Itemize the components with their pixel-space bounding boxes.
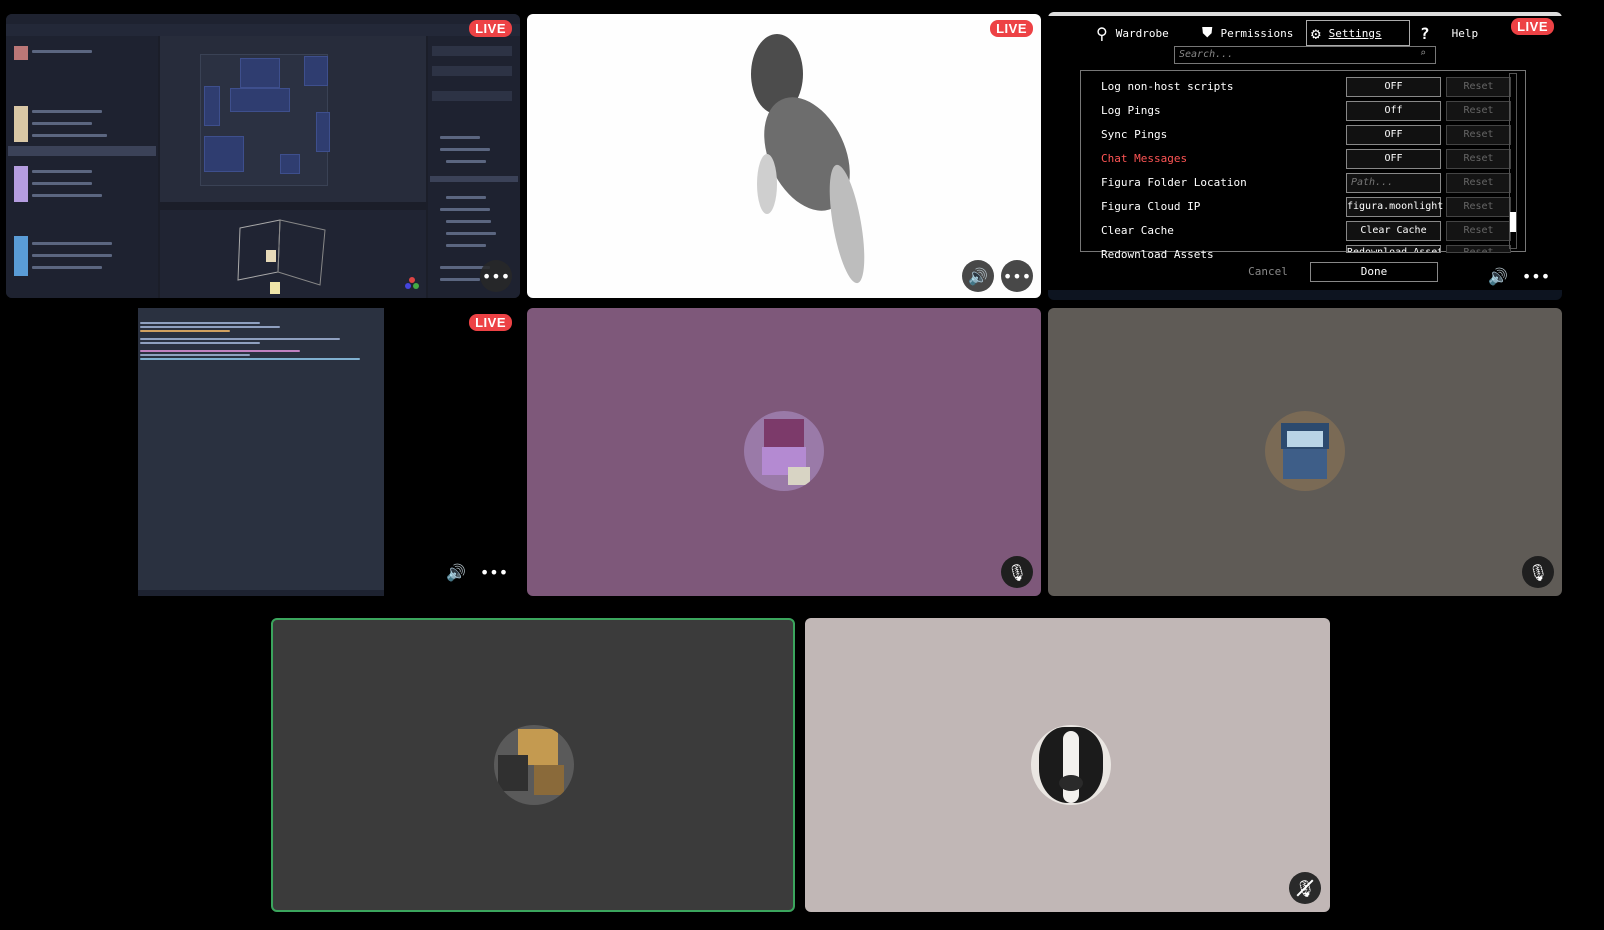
setting-row: Chat Messages OFF Reset (1101, 149, 1511, 169)
avatar (744, 411, 824, 491)
wardrobe-icon: ⚲ (1096, 23, 1108, 43)
stream-tile-settings[interactable]: ⚲ Wardrobe ⛊ Permissions ⚙ Settings ? He… (1048, 12, 1562, 300)
gear-icon: ⚙ (1311, 23, 1321, 43)
shield-icon: ⛊ (1202, 25, 1213, 41)
avatar (1031, 725, 1111, 805)
setting-row: Clear Cache Clear Cache Reset (1101, 221, 1511, 241)
stream-tile-video[interactable]: LIVE 🔊 ••• (527, 14, 1041, 298)
taskbar (1048, 290, 1562, 300)
folder-path-input[interactable]: Path... (1346, 173, 1441, 193)
reset-button[interactable]: Reset (1446, 77, 1511, 97)
tab-wardrobe[interactable]: ⚲ Wardrobe (1096, 20, 1169, 46)
live-badge: LIVE (469, 20, 512, 37)
setting-row: Figura Folder Location Path... Reset (1101, 173, 1511, 193)
participant-tile[interactable]: 🎙 (1048, 308, 1562, 596)
reset-button[interactable]: Reset (1446, 149, 1511, 169)
search-icon: ⌕ (1420, 48, 1427, 59)
tab-settings[interactable]: ⚙ Settings (1306, 20, 1410, 46)
mic-icon: 🎙 (1527, 562, 1549, 582)
3d-viewport (160, 210, 426, 298)
participant-tile[interactable]: 🎙 (527, 308, 1041, 596)
editor-properties (428, 36, 520, 298)
more-icon: ••• (1002, 266, 1032, 286)
question-icon: ? (1420, 23, 1430, 43)
more-options-button[interactable]: ••• (1522, 262, 1550, 290)
more-icon: ••• (479, 562, 509, 582)
redownload-assets-button[interactable]: Redownload Assets (1346, 245, 1441, 253)
stream-tile-terminal[interactable]: LIVE 🔊 ••• (6, 308, 520, 596)
more-options-button[interactable]: ••• (1001, 260, 1033, 292)
speaker-icon: 🔊 (1488, 266, 1508, 286)
more-icon: ••• (1521, 266, 1551, 286)
tab-permissions[interactable]: ⛊ Permissions (1202, 20, 1293, 46)
setting-row: Log Pings Off Reset (1101, 101, 1511, 121)
setting-toggle[interactable]: OFF (1346, 77, 1441, 97)
scrollbar-thumb[interactable] (1510, 212, 1516, 232)
settings-search-input[interactable]: Search... (1174, 46, 1436, 64)
reset-button[interactable]: Reset (1446, 245, 1511, 253)
speaker-icon: 🔊 (446, 562, 466, 582)
setting-toggle[interactable]: OFF (1346, 125, 1441, 145)
settings-scrollbar[interactable] (1509, 73, 1517, 249)
speaker-icon: 🔊 (968, 266, 988, 286)
volume-button[interactable]: 🔊 (442, 558, 470, 586)
setting-toggle[interactable]: OFF (1346, 149, 1441, 169)
video-frame-figure (751, 34, 865, 284)
texture-thumb (14, 236, 28, 276)
setting-row: Redownload Assets Redownload Assets Rese… (1101, 245, 1511, 261)
live-badge: LIVE (469, 314, 512, 331)
setting-row: Sync Pings OFF Reset (1101, 125, 1511, 145)
more-options-button[interactable]: ••• (480, 260, 512, 292)
more-options-button[interactable]: ••• (480, 558, 508, 586)
uv-editor-panel (160, 36, 426, 202)
reset-button[interactable]: Reset (1446, 197, 1511, 217)
reset-button[interactable]: Reset (1446, 101, 1511, 121)
stream-tile-editor[interactable]: LIVE ••• (6, 14, 520, 298)
cube-wireframe (237, 219, 419, 294)
setting-dropdown[interactable]: Off (1346, 101, 1441, 121)
participant-tile-speaking[interactable] (271, 618, 795, 912)
texture-thumb (14, 46, 28, 60)
editor-toolbar (6, 24, 520, 36)
editor-menubar (6, 14, 520, 24)
figura-settings-screen: ⚲ Wardrobe ⛊ Permissions ⚙ Settings ? He… (1048, 12, 1562, 300)
reset-button[interactable]: Reset (1446, 221, 1511, 241)
mic-status-button[interactable]: 🎙 (1001, 556, 1033, 588)
terminal-window (138, 308, 384, 596)
tab-help[interactable]: ? Help (1420, 20, 1478, 46)
more-icon: ••• (481, 266, 511, 286)
avatar (494, 725, 574, 805)
editor-outliner (6, 36, 158, 298)
live-badge: LIVE (990, 20, 1033, 37)
texture-thumb (14, 166, 28, 202)
setting-row: Log non-host scripts OFF Reset (1101, 77, 1511, 97)
setting-row: Figura Cloud IP figura.moonlight Reset (1101, 197, 1511, 217)
clear-cache-button[interactable]: Clear Cache (1346, 221, 1441, 241)
cloud-ip-input[interactable]: figura.moonlight (1346, 197, 1443, 217)
reset-button[interactable]: Reset (1446, 125, 1511, 145)
texture-thumb (14, 106, 28, 142)
avatar (1265, 411, 1345, 491)
participant-tile[interactable]: 🎙 (805, 618, 1330, 912)
live-badge: LIVE (1511, 18, 1554, 35)
mic-muted-indicator: 🎙 (1289, 872, 1321, 904)
mic-status-button[interactable]: 🎙 (1522, 556, 1554, 588)
done-button[interactable]: Done (1310, 262, 1438, 282)
volume-button[interactable]: 🔊 (962, 260, 994, 292)
settings-list: Log non-host scripts OFF Reset Log Pings… (1080, 70, 1526, 261)
reset-button[interactable]: Reset (1446, 173, 1511, 193)
volume-button[interactable]: 🔊 (1484, 262, 1512, 290)
mic-icon: 🎙 (1006, 562, 1028, 582)
